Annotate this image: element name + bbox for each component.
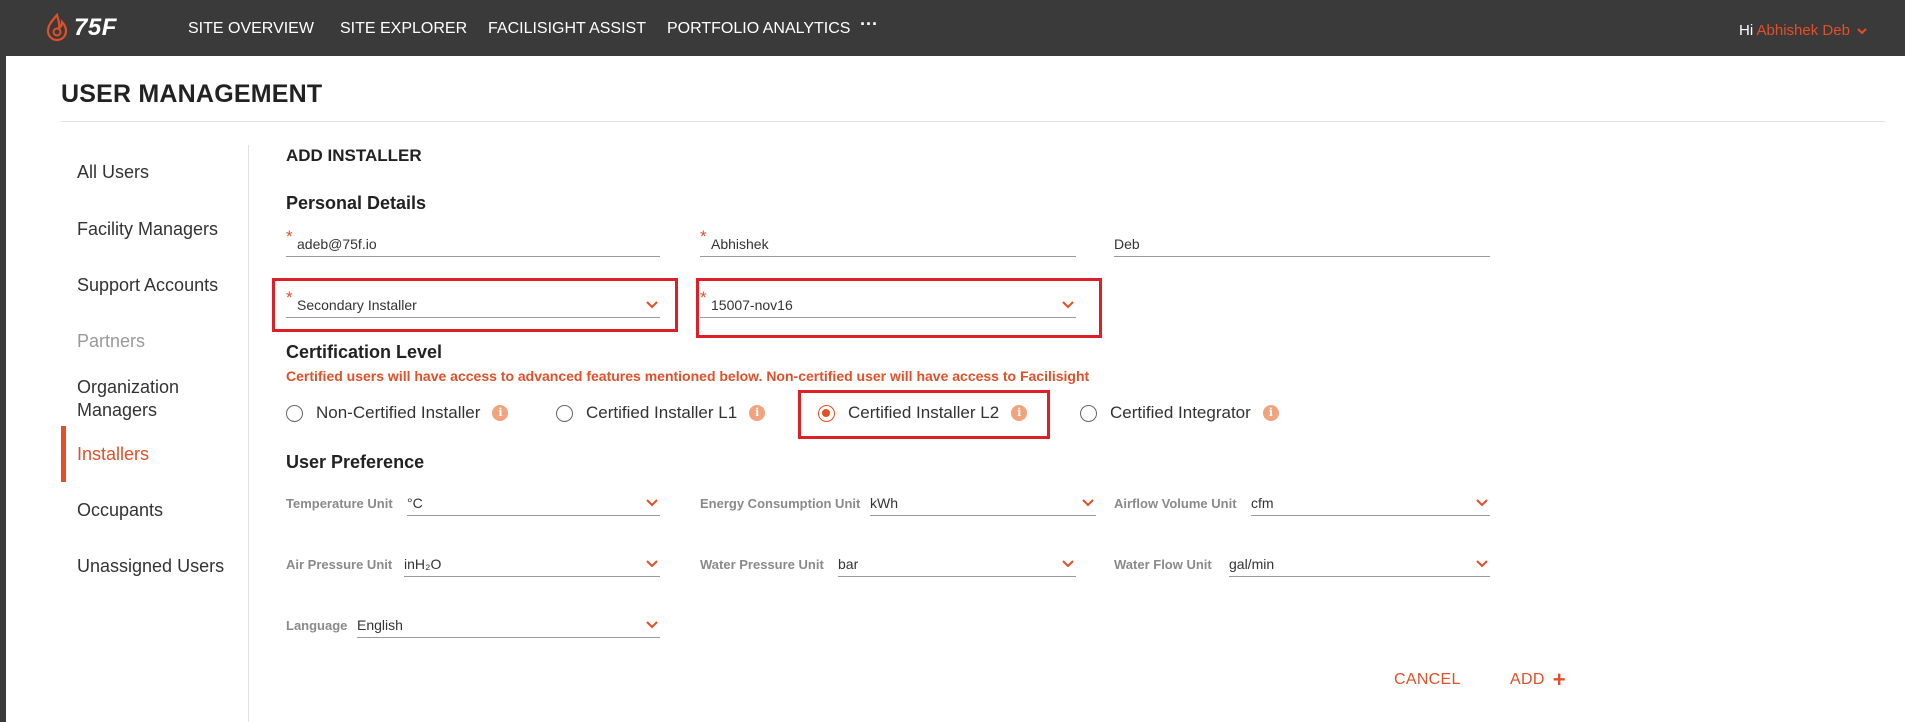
- radio-button-selected[interactable]: [818, 404, 835, 422]
- water-flow-unit-value: gal/min: [1229, 556, 1275, 572]
- info-icon[interactable]: i: [492, 405, 509, 421]
- sidebar-divider: [248, 145, 249, 722]
- sidebar-active-indicator: [61, 426, 66, 482]
- site-select[interactable]: * 15007-nov16: [700, 288, 1076, 318]
- info-icon[interactable]: i: [749, 405, 766, 421]
- sidebar-item-support-accounts[interactable]: Support Accounts: [77, 274, 218, 297]
- radio-label: Certified Installer L1: [586, 403, 738, 422]
- chevron-down-icon: [646, 560, 658, 568]
- form-heading: ADD INSTALLER: [286, 146, 422, 165]
- language-value: English: [357, 617, 403, 633]
- required-marker: *: [286, 288, 293, 307]
- radio-label: Certified Integrator: [1110, 403, 1251, 422]
- radio-button[interactable]: [286, 404, 303, 422]
- energy-unit-select[interactable]: kWh: [870, 492, 1096, 516]
- water-flow-unit-label: Water Flow Unit: [1114, 557, 1212, 572]
- chevron-down-icon[interactable]: [1857, 27, 1867, 35]
- title-divider: [61, 121, 1885, 122]
- air-pressure-unit-label: Air Pressure Unit: [286, 557, 393, 572]
- page-title: USER MANAGEMENT: [61, 80, 323, 108]
- language-label: Language: [286, 618, 348, 633]
- info-icon[interactable]: i: [1011, 405, 1028, 421]
- sidebar-item-organization-managers[interactable]: Organization Managers: [77, 376, 227, 422]
- radio-label: Certified Installer L2: [848, 403, 1000, 422]
- radio-non-certified-installer[interactable]: Non-Certified Installer i: [286, 402, 509, 424]
- nav-portfolio-analytics[interactable]: PORTFOLIO ANALYTICS: [667, 20, 850, 38]
- role-value: Secondary Installer: [297, 297, 417, 313]
- user-greeting: Hi Abhishek Deb: [1739, 22, 1867, 39]
- personal-details-heading: Personal Details: [286, 193, 427, 213]
- water-flow-unit-select[interactable]: gal/min: [1229, 553, 1490, 577]
- radio-button[interactable]: [556, 404, 573, 422]
- nav-facilisight-assist[interactable]: FACILISIGHT ASSIST: [488, 20, 646, 38]
- first-name-field[interactable]: * Abhishek: [700, 227, 1076, 257]
- more-menu-icon[interactable]: ···: [860, 14, 878, 35]
- add-button-label: ADD: [1510, 671, 1545, 688]
- logo[interactable]: 75F: [44, 13, 117, 43]
- certification-note: Certified users will have access to adva…: [286, 368, 1090, 384]
- flame-logo-icon: [46, 13, 68, 42]
- sidebar-item-installers[interactable]: Installers: [77, 443, 149, 466]
- sidebar-item-facility-managers[interactable]: Facility Managers: [77, 218, 218, 241]
- airflow-unit-value: cfm: [1251, 495, 1274, 511]
- last-name-field[interactable]: Deb: [1114, 233, 1490, 257]
- radio-certified-integrator[interactable]: Certified Integrator i: [1080, 402, 1279, 424]
- last-name-value: Deb: [1114, 236, 1140, 252]
- required-marker: *: [700, 227, 707, 246]
- first-name-value: Abhishek: [711, 236, 769, 252]
- radio-label: Non-Certified Installer: [316, 403, 481, 422]
- chevron-down-icon: [1082, 499, 1094, 507]
- radio-certified-installer-l1[interactable]: Certified Installer L1 i: [556, 402, 766, 424]
- chevron-down-icon: [646, 301, 658, 309]
- chevron-down-icon: [1062, 560, 1074, 568]
- chevron-down-icon: [646, 499, 658, 507]
- chevron-down-icon: [646, 621, 658, 629]
- add-button[interactable]: ADD +: [1510, 667, 1566, 692]
- sidebar-item-unassigned-users[interactable]: Unassigned Users: [77, 555, 224, 578]
- chevron-down-icon: [1476, 499, 1488, 507]
- chevron-down-icon: [1062, 301, 1074, 309]
- language-select[interactable]: English: [357, 614, 660, 638]
- required-marker: *: [286, 227, 293, 246]
- sidebar-group-partners: Partners: [77, 331, 146, 351]
- water-pressure-unit-label: Water Pressure Unit: [700, 557, 824, 572]
- top-nav-bar: 75F SITE OVERVIEW SITE EXPLORER FACILISI…: [0, 0, 1905, 56]
- user-menu-name[interactable]: Abhishek Deb: [1757, 22, 1850, 39]
- air-pressure-unit-value: inH₂O: [404, 556, 442, 572]
- radio-certified-installer-l2[interactable]: Certified Installer L2 i: [818, 402, 1028, 424]
- greeting-text: Hi: [1739, 22, 1754, 39]
- temperature-unit-label: Temperature Unit: [286, 496, 393, 511]
- left-frame-edge: [0, 56, 6, 722]
- energy-unit-label: Energy Consumption Unit: [700, 496, 861, 511]
- air-pressure-unit-select[interactable]: inH₂O: [404, 553, 660, 577]
- sidebar-item-occupants[interactable]: Occupants: [77, 499, 163, 522]
- certification-heading: Certification Level: [286, 342, 443, 362]
- cancel-button[interactable]: CANCEL: [1394, 671, 1461, 689]
- logo-text: 75F: [74, 14, 117, 41]
- nav-site-overview[interactable]: SITE OVERVIEW: [188, 20, 314, 38]
- email-field[interactable]: * adeb@75f.io: [286, 227, 660, 257]
- plus-icon: +: [1552, 667, 1566, 692]
- temperature-unit-value: °C: [407, 495, 423, 511]
- info-icon[interactable]: i: [1262, 405, 1279, 421]
- nav-site-explorer[interactable]: SITE EXPLORER: [340, 20, 467, 38]
- user-preference-heading: User Preference: [286, 452, 425, 472]
- energy-unit-value: kWh: [870, 495, 898, 511]
- temperature-unit-select[interactable]: °C: [407, 492, 660, 516]
- chevron-down-icon: [1476, 560, 1488, 568]
- role-select[interactable]: * Secondary Installer: [286, 288, 660, 318]
- water-pressure-unit-select[interactable]: bar: [838, 553, 1076, 577]
- required-marker: *: [700, 288, 707, 307]
- email-value: adeb@75f.io: [297, 236, 377, 252]
- site-value: 15007-nov16: [711, 297, 793, 313]
- airflow-unit-select[interactable]: cfm: [1251, 492, 1490, 516]
- airflow-unit-label: Airflow Volume Unit: [1114, 496, 1237, 511]
- water-pressure-unit-value: bar: [838, 556, 859, 572]
- radio-button[interactable]: [1080, 404, 1097, 422]
- sidebar-item-all-users[interactable]: All Users: [77, 161, 149, 184]
